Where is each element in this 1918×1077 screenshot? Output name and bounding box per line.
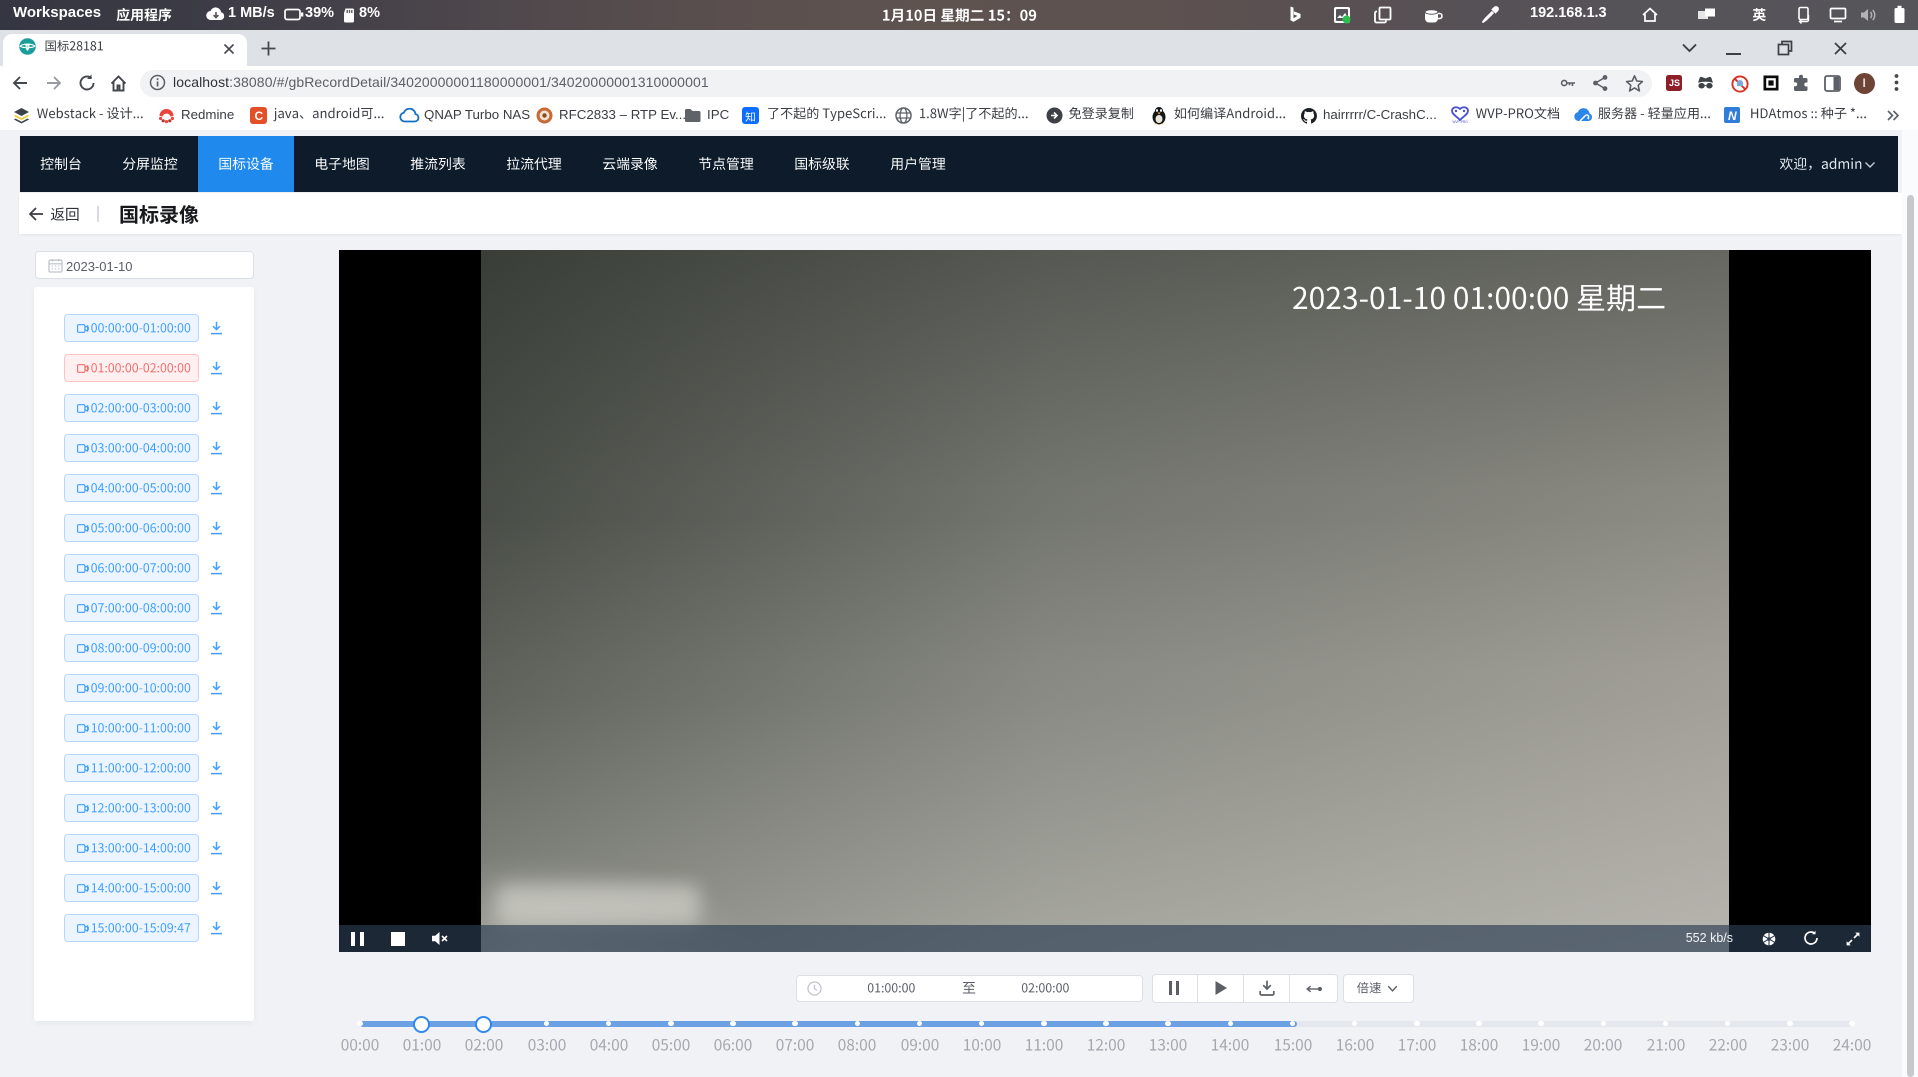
- svg-text:WVP-PRO: WVP-PRO: [1452, 120, 1468, 124]
